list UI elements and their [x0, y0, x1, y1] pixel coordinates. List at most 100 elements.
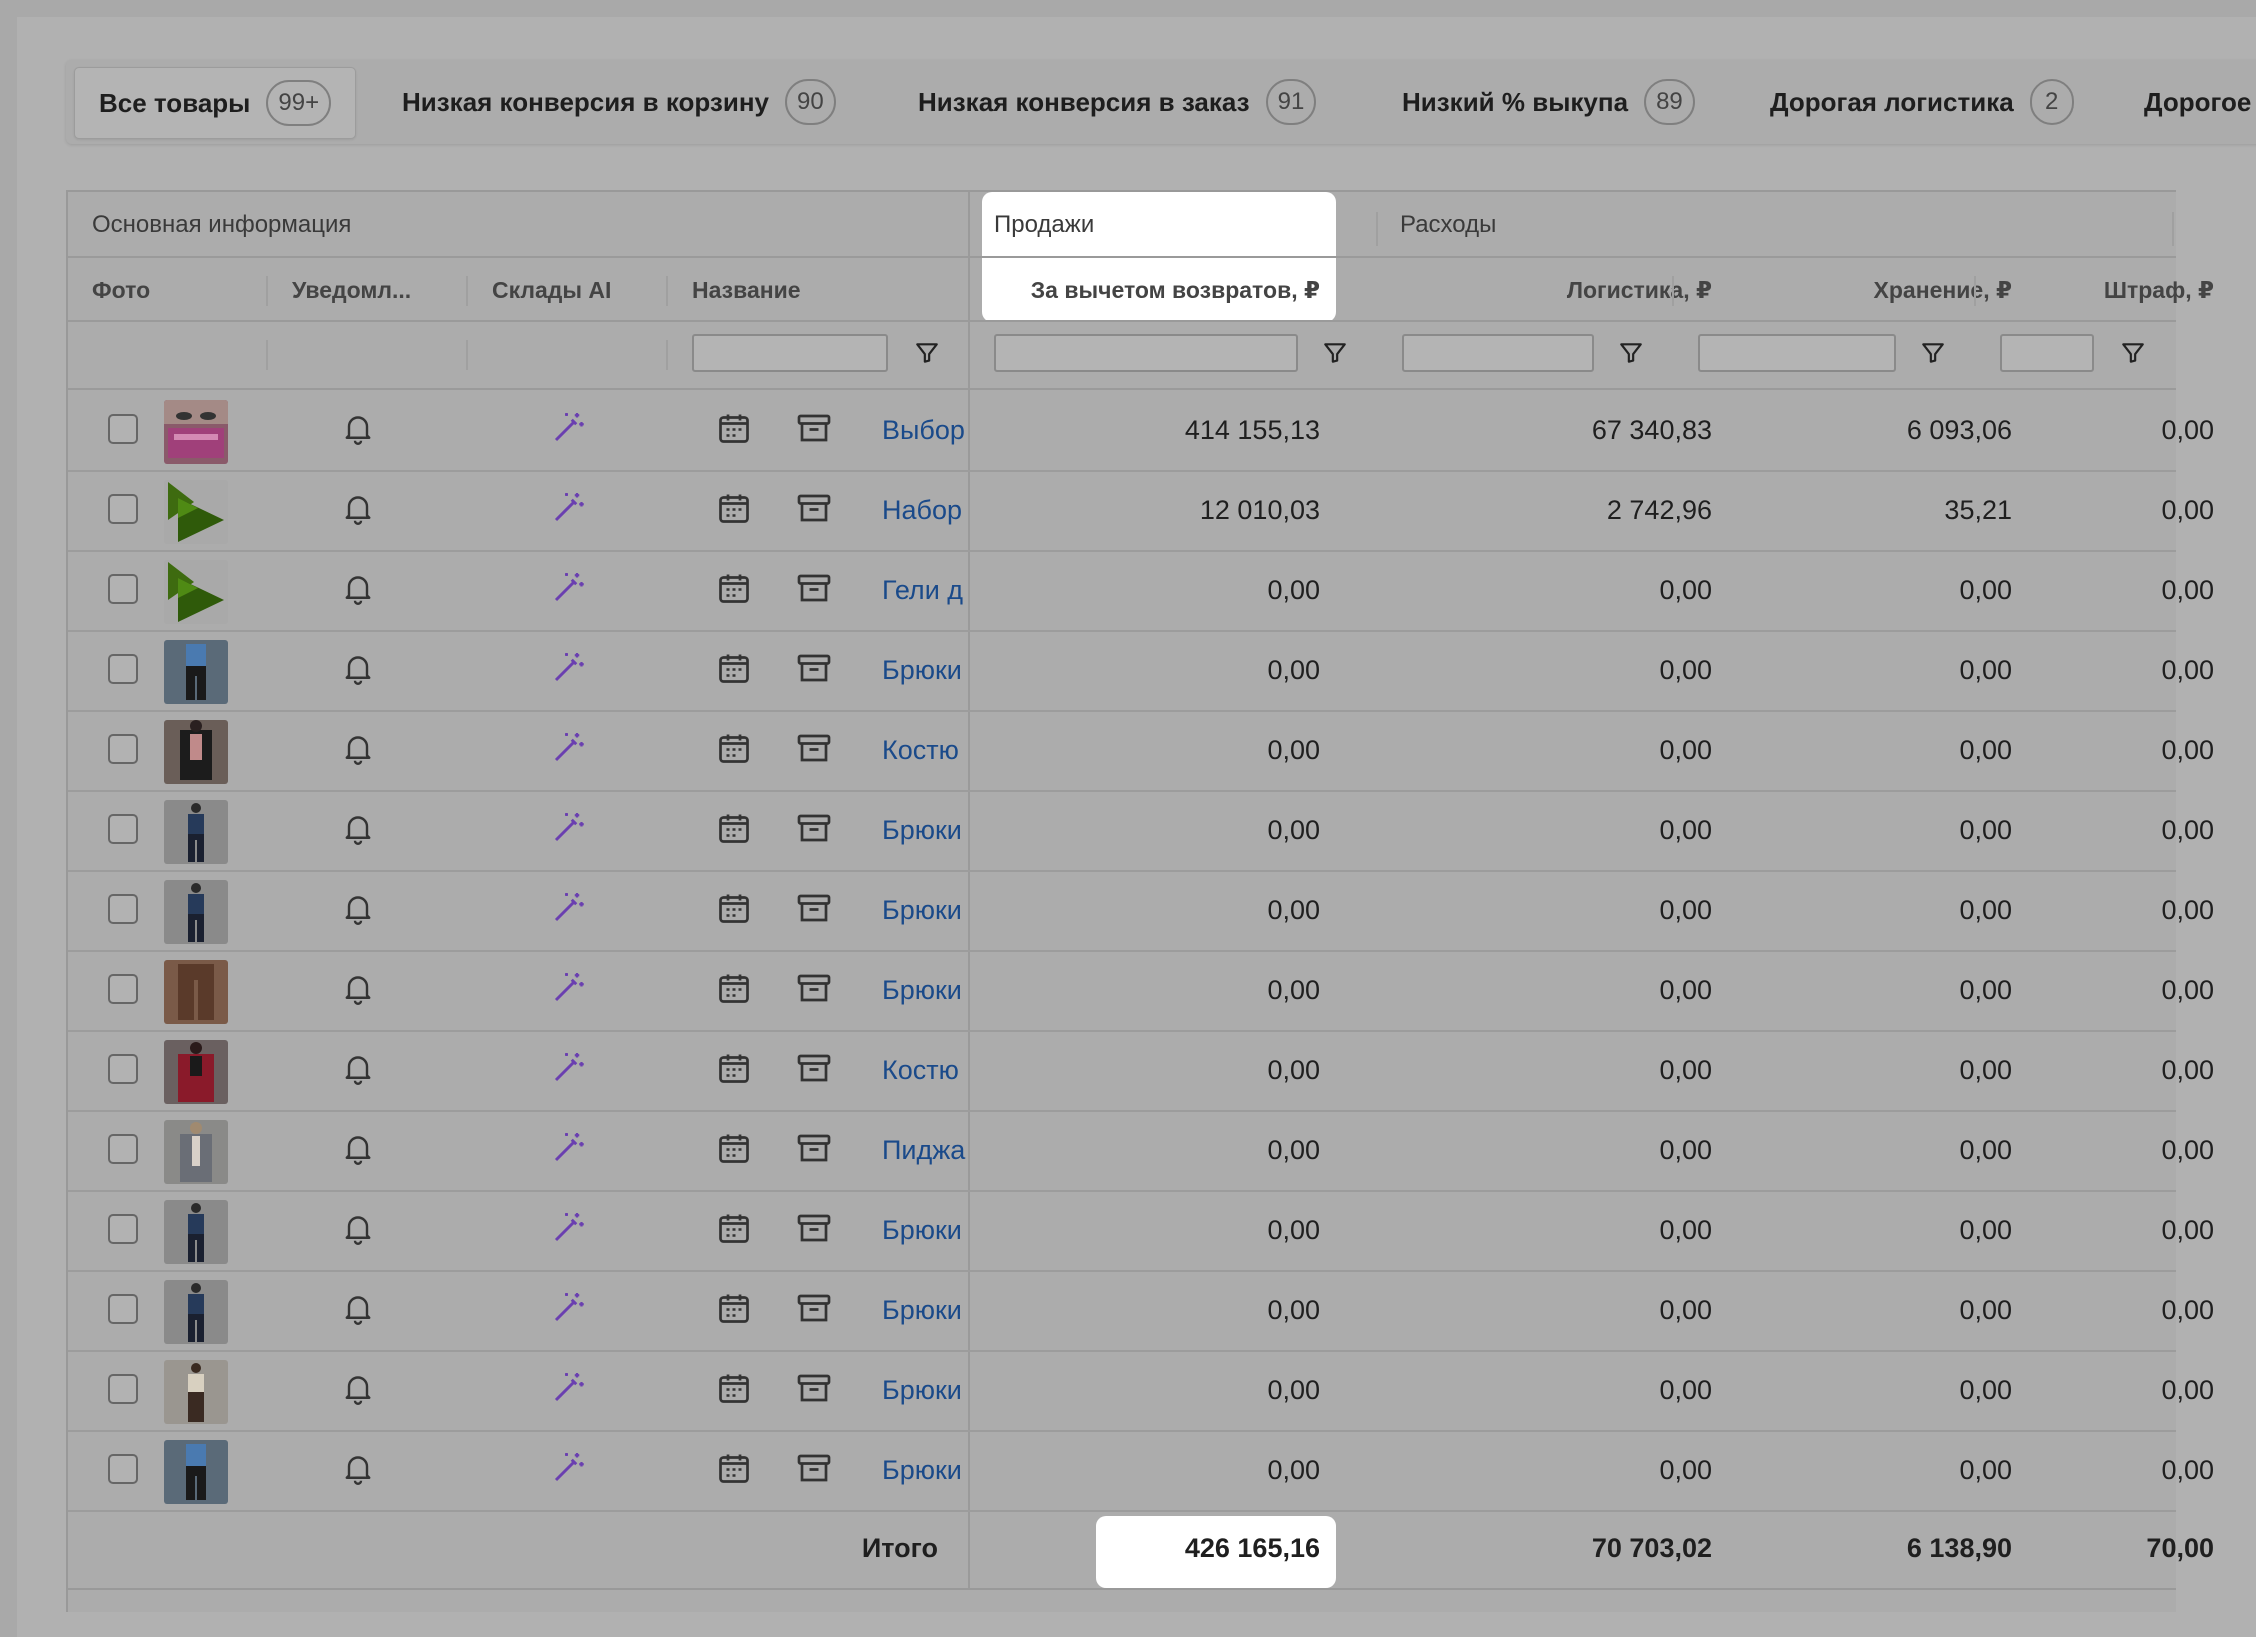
table-row[interactable]: Выбор 414 155,13 67 340,83 6 093,06 0,00 — [68, 390, 2214, 472]
calendar-icon[interactable] — [716, 1290, 752, 1326]
table-row[interactable]: Набор 12 010,03 2 742,96 35,21 0,00 — [68, 470, 2214, 552]
table-row[interactable]: Костю 0,00 0,00 0,00 0,00 — [68, 1030, 2214, 1112]
magic-wand-icon[interactable] — [550, 1050, 586, 1086]
magic-wand-icon[interactable] — [550, 1130, 586, 1166]
archive-icon[interactable] — [796, 1290, 832, 1326]
tab-low-buyout[interactable]: Низкий % выкупа 89 — [1402, 67, 1695, 137]
bell-icon[interactable] — [340, 730, 376, 766]
calendar-icon[interactable] — [716, 810, 752, 846]
calendar-icon[interactable] — [716, 1450, 752, 1486]
filter-icon[interactable] — [914, 340, 940, 366]
calendar-icon[interactable] — [716, 1370, 752, 1406]
calendar-icon[interactable] — [716, 970, 752, 1006]
magic-wand-icon[interactable] — [550, 1450, 586, 1486]
table-row[interactable]: Брюки 0,00 0,00 0,00 0,00 — [68, 630, 2214, 712]
calendar-icon[interactable] — [716, 1050, 752, 1086]
bell-icon[interactable] — [340, 890, 376, 926]
product-photo[interactable] — [164, 1040, 228, 1104]
table-row[interactable]: Пиджа 0,00 0,00 0,00 0,00 — [68, 1110, 2214, 1192]
logistics-filter-input[interactable] — [1402, 334, 1594, 372]
archive-icon[interactable] — [796, 890, 832, 926]
col-fine[interactable]: Штраф, ₽ — [1928, 258, 2214, 322]
name-filter-input[interactable] — [692, 334, 888, 372]
col-net-sales[interactable]: За вычетом возвратов, ₽ — [988, 258, 1320, 322]
table-row[interactable]: Брюки 0,00 0,00 0,00 0,00 — [68, 1350, 2214, 1432]
table-row[interactable]: Брюки 0,00 0,00 0,00 0,00 — [68, 1430, 2214, 1512]
bell-icon[interactable] — [340, 490, 376, 526]
archive-icon[interactable] — [796, 490, 832, 526]
row-checkbox[interactable] — [108, 1374, 138, 1404]
col-warehouses-ai[interactable]: Склады AI — [492, 258, 611, 322]
tab-low-cart-conversion[interactable]: Низкая конверсия в корзину 90 — [402, 67, 836, 137]
calendar-icon[interactable] — [716, 490, 752, 526]
archive-icon[interactable] — [796, 570, 832, 606]
row-checkbox[interactable] — [108, 1054, 138, 1084]
table-row[interactable]: Брюки 0,00 0,00 0,00 0,00 — [68, 950, 2214, 1032]
table-row[interactable]: Брюки 0,00 0,00 0,00 0,00 — [68, 1190, 2214, 1272]
magic-wand-icon[interactable] — [550, 1210, 586, 1246]
product-photo[interactable] — [164, 480, 228, 544]
table-row[interactable]: Костю 0,00 0,00 0,00 0,00 — [68, 710, 2214, 792]
col-photo[interactable]: Фото — [92, 258, 150, 322]
bell-icon[interactable] — [340, 1370, 376, 1406]
magic-wand-icon[interactable] — [550, 410, 586, 446]
table-row[interactable]: Брюки 0,00 0,00 0,00 0,00 — [68, 870, 2214, 952]
filter-icon[interactable] — [1322, 340, 1348, 366]
archive-icon[interactable] — [796, 1210, 832, 1246]
product-photo[interactable] — [164, 960, 228, 1024]
filter-icon[interactable] — [1920, 340, 1946, 366]
table-row[interactable]: Брюки 0,00 0,00 0,00 0,00 — [68, 1270, 2214, 1352]
magic-wand-icon[interactable] — [550, 570, 586, 606]
bell-icon[interactable] — [340, 650, 376, 686]
archive-icon[interactable] — [796, 1130, 832, 1166]
product-photo[interactable] — [164, 400, 228, 464]
net-sales-filter-input[interactable] — [994, 334, 1298, 372]
filter-icon[interactable] — [1618, 340, 1644, 366]
calendar-icon[interactable] — [716, 1210, 752, 1246]
row-checkbox[interactable] — [108, 814, 138, 844]
product-photo[interactable] — [164, 1440, 228, 1504]
calendar-icon[interactable] — [716, 890, 752, 926]
product-photo[interactable] — [164, 1360, 228, 1424]
col-name[interactable]: Название — [692, 258, 801, 322]
row-checkbox[interactable] — [108, 1214, 138, 1244]
row-checkbox[interactable] — [108, 1294, 138, 1324]
product-photo[interactable] — [164, 1280, 228, 1344]
product-photo[interactable] — [164, 560, 228, 624]
fine-filter-input[interactable] — [2000, 334, 2094, 372]
row-checkbox[interactable] — [108, 414, 138, 444]
magic-wand-icon[interactable] — [550, 730, 586, 766]
archive-icon[interactable] — [796, 1050, 832, 1086]
bell-icon[interactable] — [340, 1450, 376, 1486]
magic-wand-icon[interactable] — [550, 970, 586, 1006]
product-photo[interactable] — [164, 1120, 228, 1184]
product-photo[interactable] — [164, 720, 228, 784]
bell-icon[interactable] — [340, 1290, 376, 1326]
magic-wand-icon[interactable] — [550, 890, 586, 926]
archive-icon[interactable] — [796, 810, 832, 846]
calendar-icon[interactable] — [716, 570, 752, 606]
archive-icon[interactable] — [796, 410, 832, 446]
archive-icon[interactable] — [796, 730, 832, 766]
product-photo[interactable] — [164, 880, 228, 944]
bell-icon[interactable] — [340, 570, 376, 606]
calendar-icon[interactable] — [716, 1130, 752, 1166]
row-checkbox[interactable] — [108, 1454, 138, 1484]
row-checkbox[interactable] — [108, 974, 138, 1004]
bell-icon[interactable] — [340, 810, 376, 846]
bell-icon[interactable] — [340, 1050, 376, 1086]
archive-icon[interactable] — [796, 650, 832, 686]
tab-expensive-logistics[interactable]: Дорогая логистика 2 — [1770, 67, 2074, 137]
calendar-icon[interactable] — [716, 650, 752, 686]
table-row[interactable]: Гели д 0,00 0,00 0,00 0,00 — [68, 550, 2214, 632]
row-checkbox[interactable] — [108, 734, 138, 764]
calendar-icon[interactable] — [716, 730, 752, 766]
filter-icon[interactable] — [2120, 340, 2146, 366]
product-photo[interactable] — [164, 640, 228, 704]
table-row[interactable]: Брюки 0,00 0,00 0,00 0,00 — [68, 790, 2214, 872]
tab-expensive-storage[interactable]: Дорогое — [2144, 67, 2251, 137]
col-logistics[interactable]: Логистика, ₽ — [1388, 258, 1712, 322]
archive-icon[interactable] — [796, 1370, 832, 1406]
calendar-icon[interactable] — [716, 410, 752, 446]
archive-icon[interactable] — [796, 970, 832, 1006]
